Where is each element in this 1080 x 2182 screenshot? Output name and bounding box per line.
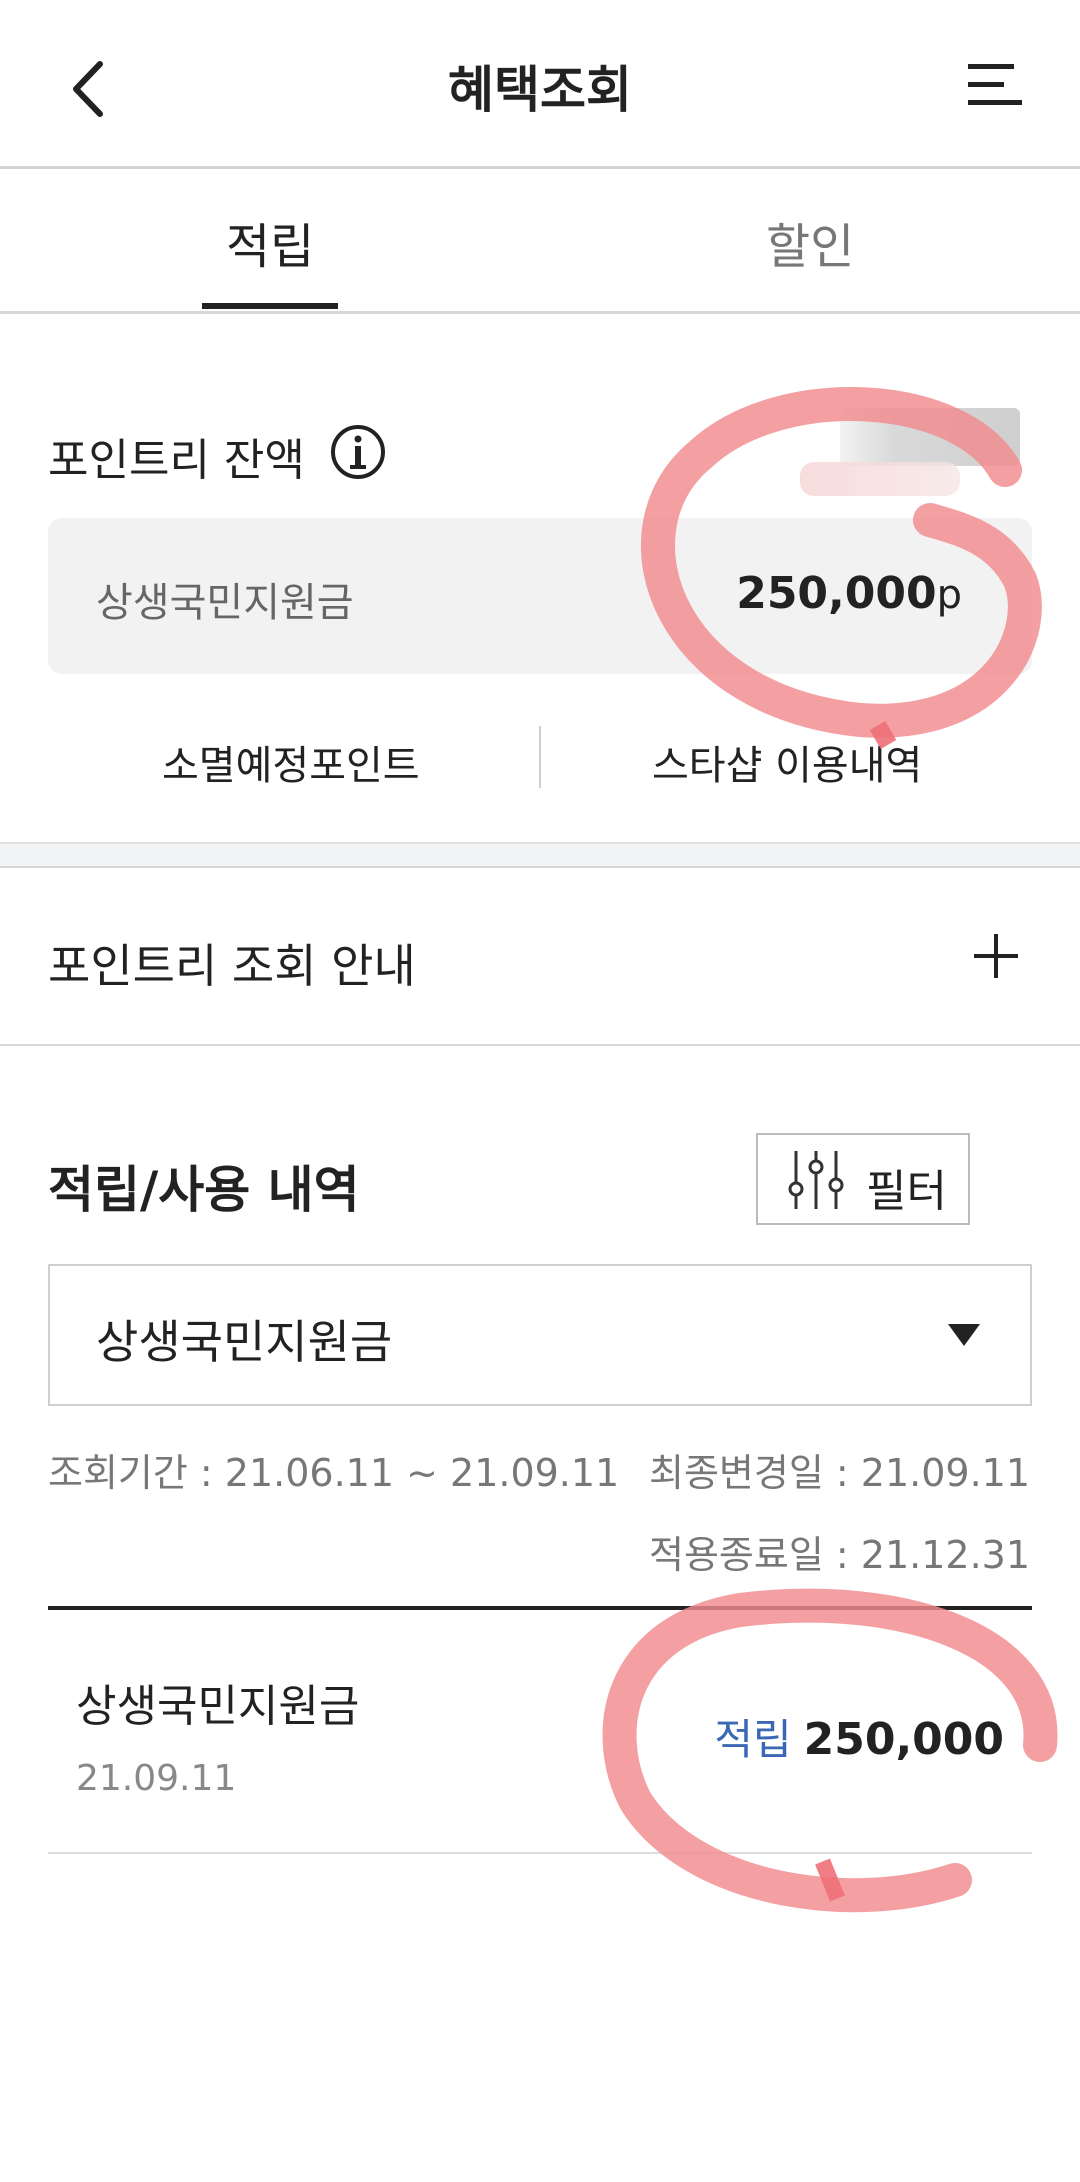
balance-amount: 250,000p [736, 568, 962, 619]
category-select-value: 상생국민지원금 [96, 1315, 393, 1369]
divider [0, 1044, 1080, 1046]
list-item-divider [48, 1852, 1032, 1854]
balance-title: 포인트리 잔액 [48, 435, 305, 486]
sliders-icon [788, 1151, 844, 1209]
info-icon[interactable] [330, 424, 386, 480]
masked-value-smudge [800, 462, 960, 496]
starshop-history-link[interactable]: 스타샵 이용내역 [652, 733, 922, 791]
history-row-name: 상생국민지원금 [76, 1681, 360, 1732]
history-row-value: 250,000 [803, 1714, 1004, 1765]
section-divider [0, 842, 1080, 868]
balance-amount-unit: p [936, 572, 962, 618]
tab-earn[interactable]: 적립 [226, 207, 314, 277]
plus-icon[interactable] [972, 932, 1020, 980]
link-divider [539, 726, 541, 788]
tab-discount[interactable]: 할인 [766, 207, 854, 277]
category-select[interactable]: 상생국민지원금 [48, 1264, 1032, 1406]
filter-button[interactable]: 필터 [756, 1133, 970, 1225]
list-header-divider [48, 1606, 1032, 1610]
balance-item-name: 상생국민지원금 [96, 580, 354, 626]
end-date: 적용종료일 : 21.12.31 [649, 1533, 1030, 1577]
history-row-amount: 적립 250,000 [714, 1706, 1004, 1767]
balance-amount-value: 250,000 [736, 568, 937, 619]
tab-bar: 적립 할인 [0, 169, 1080, 314]
masked-value [840, 408, 1020, 466]
menu-icon[interactable] [968, 62, 1022, 108]
caret-down-icon [948, 1324, 980, 1346]
history-row-type: 적립 [714, 1715, 792, 1764]
filter-label: 필터 [866, 1166, 947, 1217]
page-title: 혜택조회 [448, 61, 632, 119]
last-changed-date: 최종변경일 : 21.09.11 [649, 1451, 1030, 1495]
history-row-date: 21.09.11 [76, 1758, 237, 1799]
top-app-bar: 혜택조회 [0, 0, 1080, 169]
history-title: 적립/사용 내역 [48, 1161, 360, 1219]
hand-drawn-annotation [602, 387, 1058, 1913]
guide-accordion-label[interactable]: 포인트리 조회 안내 [48, 930, 416, 996]
query-period: 조회기간 : 21.06.11 ~ 21.09.11 [48, 1451, 620, 1495]
expiring-points-link[interactable]: 소멸예정포인트 [162, 733, 420, 791]
active-tab-indicator [202, 303, 338, 309]
